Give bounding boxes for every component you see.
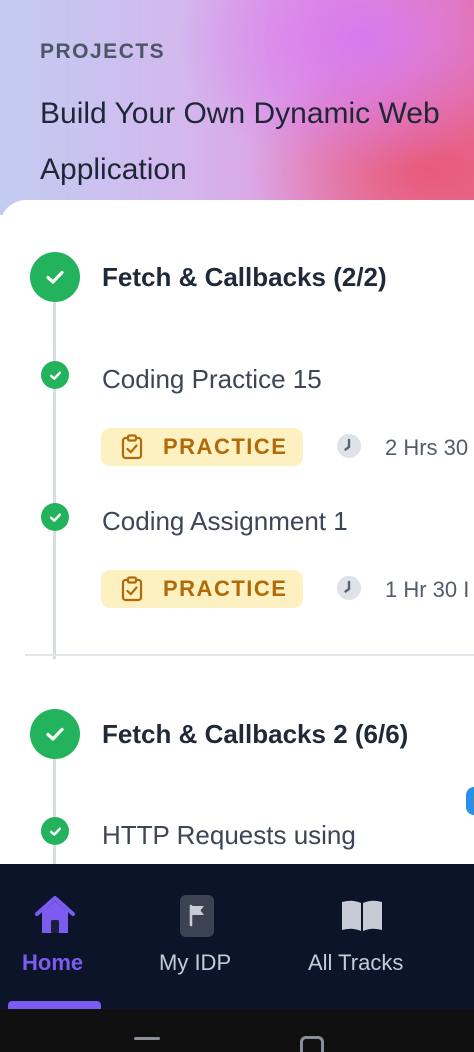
timeline-line <box>53 756 56 864</box>
item-title: Coding Practice 15 <box>102 364 322 394</box>
practice-badge: PRACTICE <box>101 570 303 608</box>
check-circle-icon <box>41 817 69 845</box>
floating-scroll-button[interactable] <box>466 787 474 815</box>
bottom-navigation: Home My IDP All Tracks <box>0 864 474 1009</box>
nav-label: All Tracks <box>308 950 404 975</box>
item-title: Coding Assignment 1 <box>102 506 348 536</box>
project-title: Build Your Own Dynamic Web Application <box>40 86 474 198</box>
clipboard-check-icon <box>121 576 143 602</box>
flag-document-icon <box>180 895 214 937</box>
active-tab-indicator <box>8 1001 101 1009</box>
timeline-line <box>53 299 56 659</box>
duration-text: 1 Hr 30 I <box>385 577 470 602</box>
section-title: Fetch & Callbacks (2/2) <box>102 262 387 292</box>
home-icon <box>35 896 75 933</box>
open-book-icon <box>342 900 382 931</box>
project-title-line-2: Application <box>40 153 187 186</box>
practice-badge: PRACTICE <box>101 428 303 466</box>
clock-icon <box>337 434 361 458</box>
nav-item-home[interactable]: Home <box>0 864 110 1009</box>
home-system-icon[interactable] <box>300 1036 324 1052</box>
nav-label: Home <box>22 950 84 975</box>
clipboard-check-icon <box>121 434 143 460</box>
clock-icon <box>337 576 361 600</box>
check-circle-icon <box>30 252 80 302</box>
check-circle-icon <box>41 503 69 531</box>
nav-item-all-tracks[interactable]: All Tracks <box>300 864 430 1009</box>
nav-item-my-idp[interactable]: My IDP <box>140 864 260 1009</box>
section-title: Fetch & Callbacks 2 (6/6) <box>102 719 409 749</box>
check-circle-icon <box>41 361 69 389</box>
section-kicker: PROJECTS <box>40 40 166 63</box>
duration-text: 2 Hrs 30 <box>385 435 469 460</box>
badge-label: PRACTICE <box>163 576 288 601</box>
system-navigation-bar <box>0 1009 474 1052</box>
recents-icon[interactable] <box>134 1037 160 1040</box>
course-content-sheet: Fetch & Callbacks (2/2) Coding Practice … <box>0 200 474 864</box>
section-divider <box>25 654 474 656</box>
item-title: HTTP Requests using <box>102 820 356 850</box>
project-header: PROJECTS Build Your Own Dynamic Web Appl… <box>0 0 474 215</box>
check-circle-icon <box>30 709 80 759</box>
project-title-line-1: Build Your Own Dynamic Web <box>40 97 440 130</box>
nav-label: My IDP <box>159 950 232 975</box>
badge-label: PRACTICE <box>163 434 288 459</box>
